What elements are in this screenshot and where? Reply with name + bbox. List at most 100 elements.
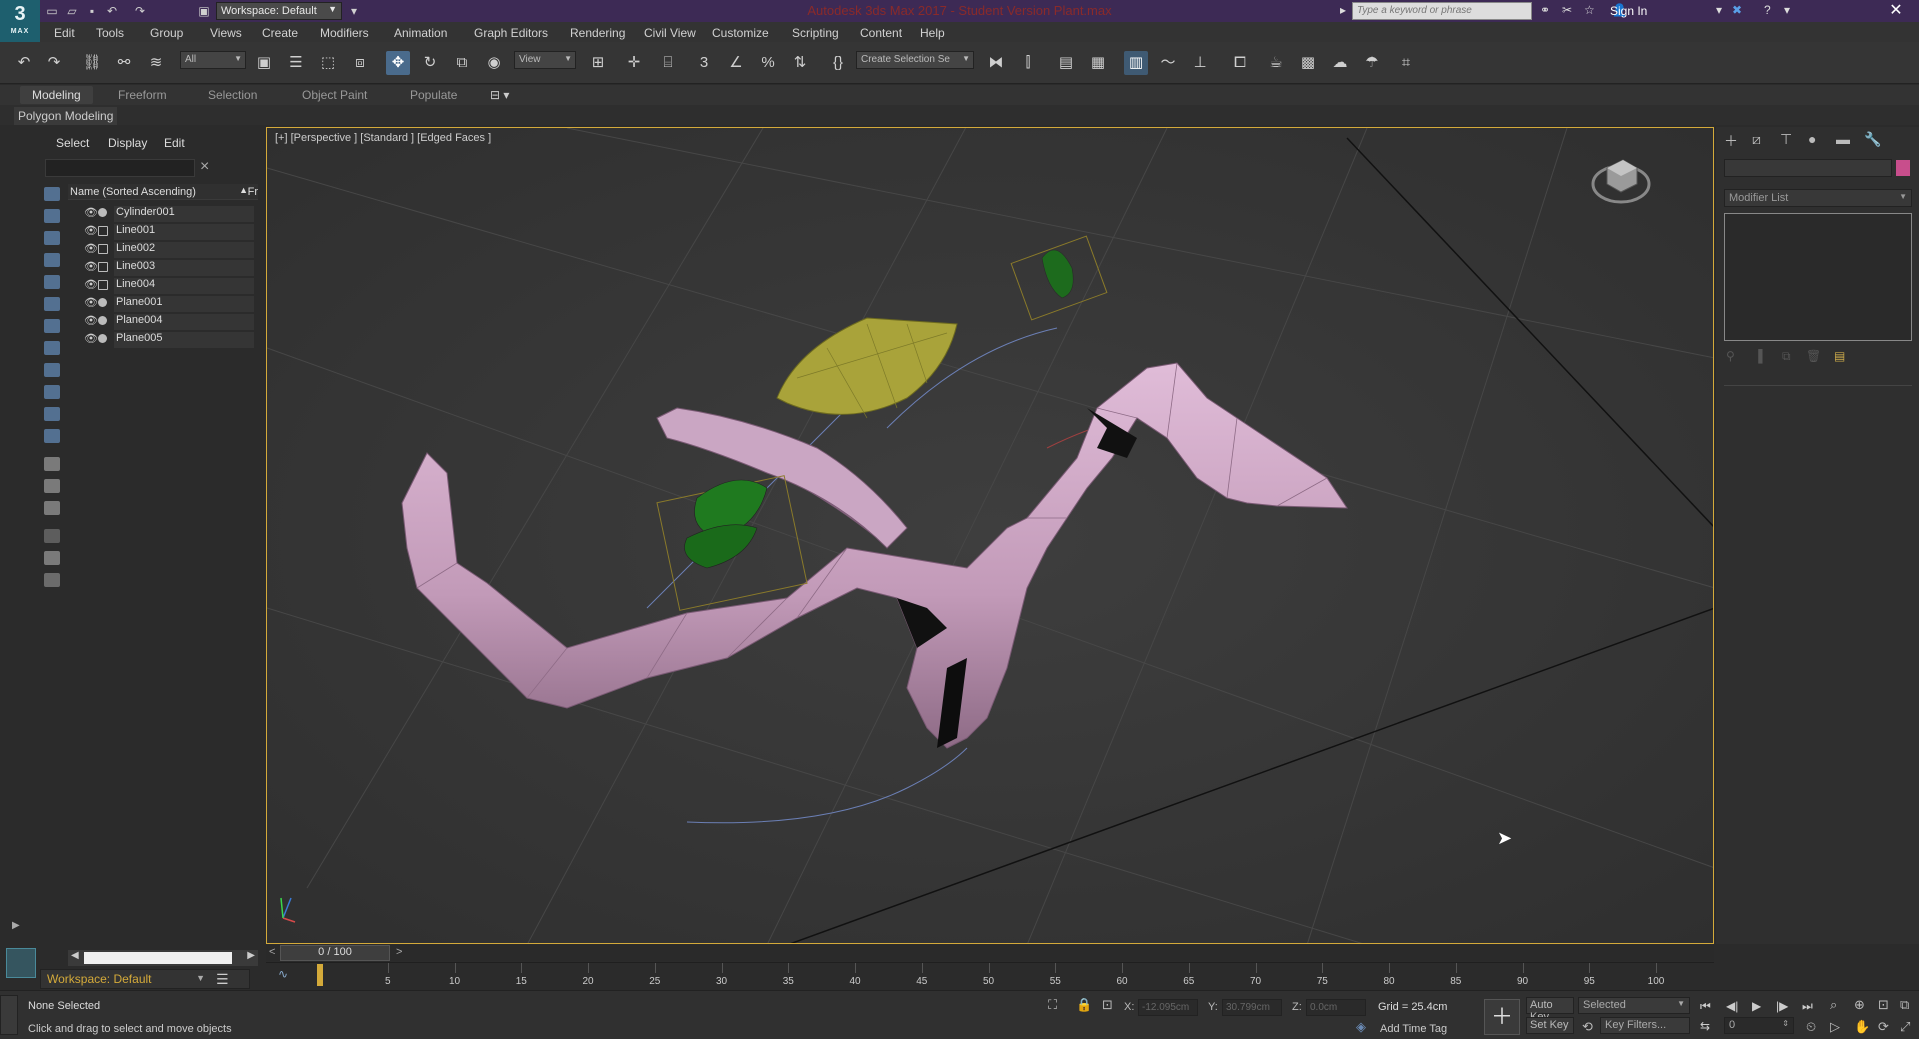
scene-explorer-toggle-icon[interactable]: ▤ <box>1054 51 1078 75</box>
play-icon[interactable]: ▶ <box>1752 999 1761 1013</box>
bind-space-warp-icon[interactable]: ≋ <box>144 51 168 75</box>
render-setup-icon[interactable]: ☕ <box>1264 51 1288 75</box>
menu-rendering[interactable]: Rendering <box>570 26 625 40</box>
tab-object-paint[interactable]: Object Paint <box>302 88 367 102</box>
menu-scripting[interactable]: Scripting <box>792 26 839 40</box>
key-filters-button[interactable]: Key Filters... <box>1600 1017 1690 1034</box>
menu-animation[interactable]: Animation <box>394 26 447 40</box>
chevron-down-icon[interactable]: ▾ <box>1716 3 1722 17</box>
display-space-warps-icon[interactable] <box>44 297 60 311</box>
list-item[interactable]: 👁 Line001 <box>68 222 258 240</box>
redo-icon[interactable]: ↷ <box>132 3 148 19</box>
zoom-all-icon[interactable]: ⊕ <box>1854 997 1865 1013</box>
explorer-menu-edit[interactable]: Edit <box>164 136 185 150</box>
time-slider[interactable]: < 0 / 100 > <box>266 945 1714 961</box>
open-file-icon[interactable]: ▱ <box>64 3 80 19</box>
render-production-icon[interactable]: ☁ <box>1328 51 1352 75</box>
favorites-star-icon[interactable]: ☆ <box>1584 3 1595 17</box>
display-helpers-icon[interactable] <box>44 275 60 289</box>
menu-tools[interactable]: Tools <box>96 26 124 40</box>
mirror-icon[interactable]: ⧓ <box>984 51 1008 75</box>
hierarchy-tab-icon[interactable]: ⊤ <box>1780 131 1792 148</box>
time-cursor[interactable] <box>317 964 323 986</box>
search-input[interactable]: Type a keyword or phrase <box>1352 2 1532 20</box>
unlink-icon[interactable]: ⚯ <box>112 51 136 75</box>
filter-frozen-icon[interactable] <box>44 529 60 543</box>
menu-graph-editors[interactable]: Graph Editors <box>474 26 548 40</box>
pivot-center-icon[interactable]: ⊞ <box>586 51 610 75</box>
window-crossing-icon[interactable]: ⧈ <box>348 51 372 75</box>
remove-modifier-icon[interactable]: 🗑 <box>1806 349 1821 363</box>
orbit-icon[interactable]: ⟳ <box>1878 1019 1889 1035</box>
menu-edit[interactable]: Edit <box>54 26 75 40</box>
binoculars-icon[interactable]: ⚭ <box>1540 3 1550 17</box>
display-children-icon[interactable] <box>44 457 60 471</box>
z-coordinate-field[interactable]: 0.0cm <box>1306 999 1366 1016</box>
x-coordinate-field[interactable]: -12.095cm <box>1138 999 1198 1016</box>
visibility-eye-icon[interactable]: 👁 <box>84 242 98 255</box>
menu-modifiers[interactable]: Modifiers <box>320 26 369 40</box>
help-icon[interactable]: ? <box>1764 3 1771 17</box>
select-and-scale-icon[interactable]: ⧉ <box>450 51 474 75</box>
modify-tab-icon[interactable]: ⧄ <box>1752 131 1761 148</box>
ribbon-options-icon[interactable]: ⊟ ▾ <box>490 88 509 102</box>
pan-view-icon[interactable]: ✋ <box>1854 1019 1870 1035</box>
time-configuration-icon[interactable]: ⏲ <box>1806 1019 1816 1035</box>
zoom-icon[interactable]: ⌕ <box>1830 997 1837 1013</box>
percent-snap-icon[interactable]: % <box>756 51 780 75</box>
menu-content[interactable]: Content <box>860 26 902 40</box>
go-to-start-icon[interactable]: ⏮ <box>1700 999 1711 1014</box>
visibility-eye-icon[interactable]: 👁 <box>84 260 98 273</box>
configure-modifier-sets-icon[interactable]: ▤ <box>1834 349 1845 363</box>
visibility-eye-icon[interactable]: 👁 <box>84 224 98 237</box>
modifier-stack[interactable] <box>1724 213 1912 341</box>
scroll-right-icon[interactable]: ▶ <box>247 950 255 961</box>
subscription-icon[interactable]: ✂ <box>1562 3 1572 17</box>
ribbon-toggle-icon[interactable]: ▥ <box>1124 51 1148 75</box>
viewport-label[interactable]: [+] [Perspective ] [Standard ] [Edged Fa… <box>275 132 491 144</box>
display-geometry-icon[interactable] <box>44 187 60 201</box>
link-icon[interactable]: ⛓ <box>80 51 104 75</box>
set-keys-button[interactable]: ＋ <box>1484 999 1520 1035</box>
explorer-menu-display[interactable]: Display <box>108 136 147 150</box>
utilities-tab-icon[interactable]: 🔧 <box>1864 131 1881 148</box>
snaps-toggle-icon[interactable]: 3 <box>692 51 716 75</box>
redo-icon[interactable]: ↷ <box>42 51 66 75</box>
auto-key-button[interactable]: Auto Key <box>1526 997 1574 1023</box>
manipulate-icon[interactable]: ✛ <box>622 51 646 75</box>
rendered-frame-window-icon[interactable]: ▩ <box>1296 51 1320 75</box>
menu-group[interactable]: Group <box>150 26 183 40</box>
align-icon[interactable]: ⫿ <box>1016 51 1040 75</box>
visibility-eye-icon[interactable]: 👁 <box>84 314 98 327</box>
visibility-eye-icon[interactable]: 👁 <box>84 332 98 345</box>
select-object-icon[interactable]: ▣ <box>252 51 276 75</box>
display-xrefs-icon[interactable] <box>44 341 60 355</box>
selection-filter-dropdown[interactable]: All ▼ <box>180 51 246 69</box>
clear-search-icon[interactable]: × <box>200 158 209 176</box>
polygon-modeling-panel[interactable]: Polygon Modeling <box>14 107 118 125</box>
display-containers-icon[interactable] <box>44 385 60 399</box>
maxscript-listener-button[interactable] <box>0 995 18 1035</box>
next-frame-icon[interactable]: > <box>396 946 402 958</box>
list-item[interactable]: 👁 Plane005 <box>68 330 258 348</box>
motion-tab-icon[interactable]: ● <box>1808 131 1816 147</box>
layer-explorer-icon[interactable]: ▦ <box>1086 51 1110 75</box>
tab-freeform[interactable]: Freeform <box>118 88 167 102</box>
add-time-tag-button[interactable]: Add Time Tag <box>1380 1023 1447 1035</box>
maximize-viewport-icon[interactable]: ⤢ <box>1900 1019 1910 1035</box>
list-item[interactable]: 👁 Plane004 <box>68 312 258 330</box>
select-and-place-icon[interactable]: ◉ <box>482 51 506 75</box>
workspace-dropdown[interactable]: Workspace: Default ▼ <box>216 2 342 20</box>
curve-editor-icon[interactable]: 〜 <box>1156 51 1180 75</box>
current-frame-field[interactable]: 0 ⇕ <box>1724 1017 1794 1034</box>
rectangular-selection-icon[interactable]: ⬚ <box>316 51 340 75</box>
mini-curve-editor-icon[interactable]: ∿ <box>278 967 288 981</box>
list-item[interactable]: 👁 Line002 <box>68 240 258 258</box>
list-item[interactable]: 👁 Plane001 <box>68 294 258 312</box>
sign-in-link[interactable]: Sign In <box>1610 4 1647 18</box>
display-bones-icon[interactable] <box>44 363 60 377</box>
customize-toolbar-icon[interactable]: ▾ <box>346 3 362 19</box>
folder-icon[interactable] <box>44 573 60 587</box>
previous-frame-icon[interactable]: < <box>269 946 275 958</box>
project-folder-icon[interactable]: ▣ <box>196 3 212 19</box>
